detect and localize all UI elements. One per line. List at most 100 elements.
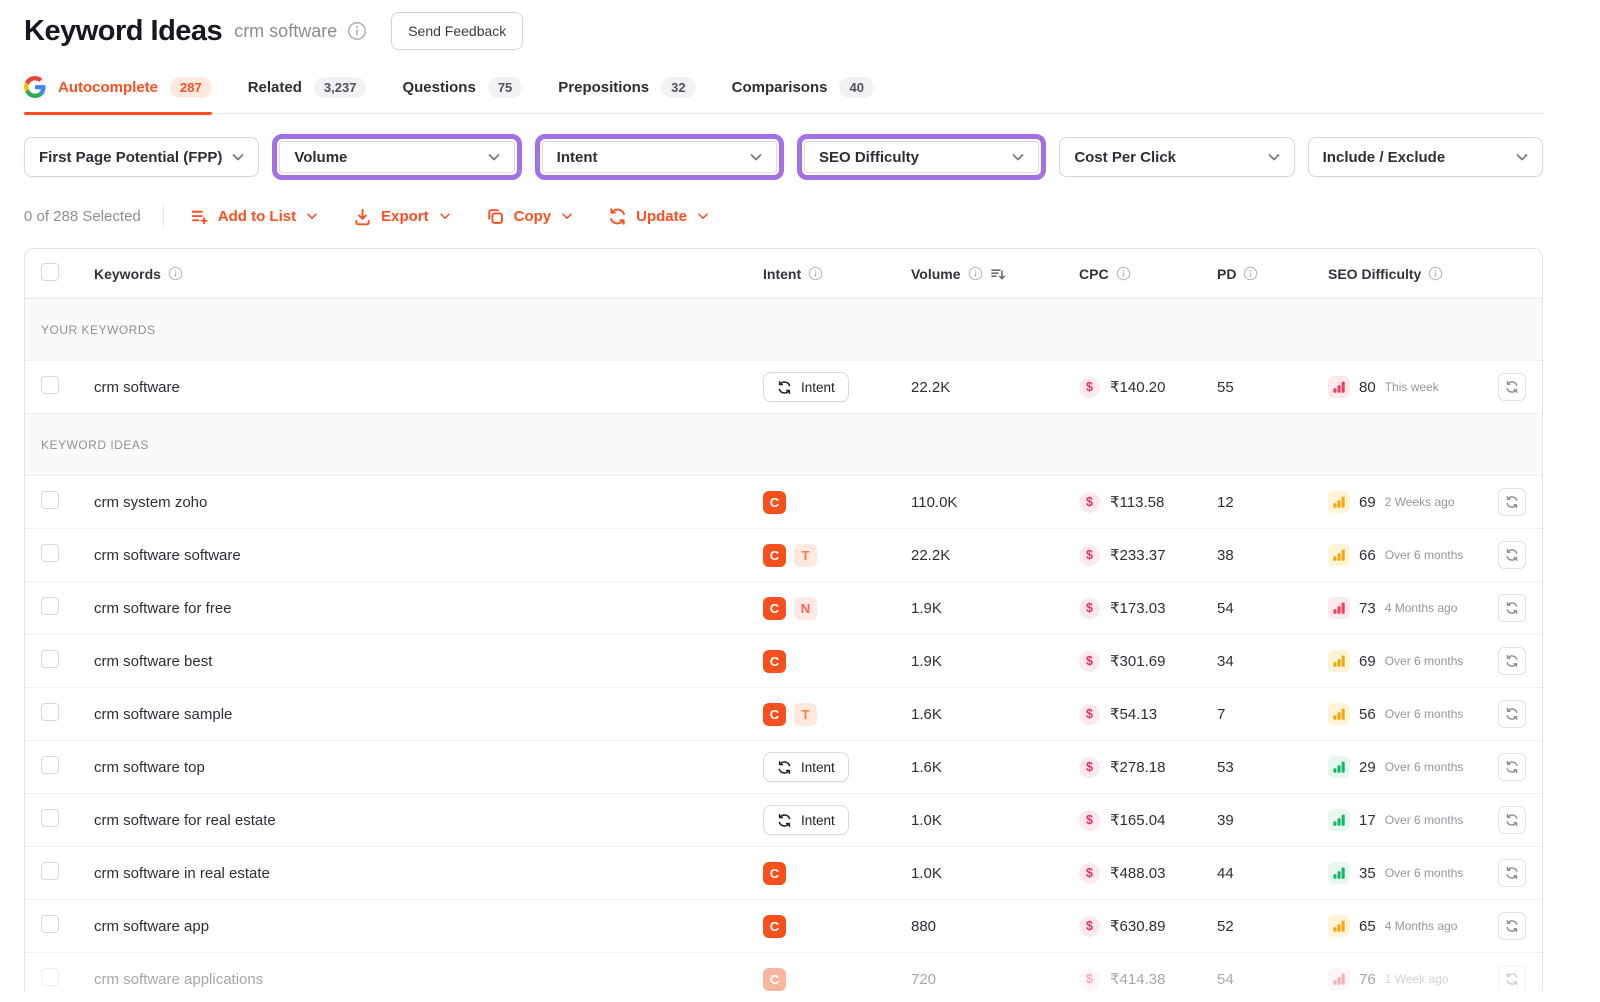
sd-cell: 29 Over 6 months: [1310, 756, 1482, 778]
keyword-cell: crm software in real estate: [81, 865, 745, 882]
intent-button[interactable]: Intent: [763, 805, 849, 835]
tab-questions[interactable]: Questions 75: [402, 64, 522, 113]
cpc-cell: $ ₹630.89: [1061, 916, 1199, 937]
refresh-row-button[interactable]: [1498, 806, 1526, 834]
filter-include-exclude[interactable]: Include / Exclude: [1308, 137, 1543, 177]
sd-bars-icon: [1328, 968, 1350, 990]
cpc-value: ₹233.37: [1110, 546, 1165, 564]
sd-updated: Over 6 months: [1385, 813, 1464, 827]
sd-cell: 56 Over 6 months: [1310, 703, 1482, 725]
row-checkbox[interactable]: [41, 703, 59, 721]
sd-value: 69: [1359, 494, 1376, 511]
refresh-row-button[interactable]: [1498, 753, 1526, 781]
col-seo-difficulty: SEO Difficulty: [1328, 266, 1421, 282]
cpc-value: ₹140.20: [1110, 378, 1165, 396]
row-checkbox[interactable]: [41, 915, 59, 933]
send-feedback-button[interactable]: Send Feedback: [391, 12, 523, 50]
dollar-icon: $: [1079, 377, 1100, 398]
copy-button[interactable]: Copy: [486, 207, 575, 226]
sd-bars-icon: [1328, 544, 1350, 566]
tab-comparisons[interactable]: Comparisons 40: [732, 64, 874, 113]
intent-button[interactable]: Intent: [763, 752, 849, 782]
info-icon[interactable]: [1116, 266, 1131, 281]
table-row: crm software app C 880 $ ₹630.89 52 65 4…: [25, 900, 1542, 953]
refresh-row-button[interactable]: [1498, 859, 1526, 887]
info-icon[interactable]: [168, 266, 183, 281]
tab-label: Comparisons: [732, 79, 828, 96]
cpc-value: ₹165.04: [1110, 811, 1165, 829]
sd-value: 69: [1359, 653, 1376, 670]
pd-cell: 53: [1199, 759, 1310, 776]
info-icon[interactable]: [1428, 266, 1443, 281]
row-checkbox[interactable]: [41, 862, 59, 880]
table-row: crm software in real estate C 1.0K $ ₹48…: [25, 847, 1542, 900]
refresh-row-button[interactable]: [1498, 965, 1526, 991]
sd-cell: 17 Over 6 months: [1310, 809, 1482, 831]
row-checkbox[interactable]: [41, 968, 59, 986]
row-checkbox[interactable]: [41, 376, 59, 394]
tab-count-badge: 287: [170, 77, 212, 98]
row-checkbox[interactable]: [41, 491, 59, 509]
chevron-down-icon: [1266, 149, 1282, 165]
filter-highlight-intent: Intent: [535, 134, 784, 180]
refresh-icon: [777, 380, 792, 395]
intent-button-label: Intent: [801, 380, 835, 395]
info-icon[interactable]: [808, 266, 823, 281]
filter-intent[interactable]: Intent: [542, 141, 777, 173]
dollar-icon: $: [1079, 863, 1100, 884]
refresh-row-button[interactable]: [1498, 912, 1526, 940]
filter-volume[interactable]: Volume: [279, 141, 514, 173]
filter-cost-per-click[interactable]: Cost Per Click: [1059, 137, 1294, 177]
info-icon[interactable]: [1243, 266, 1258, 281]
filter-seo-difficulty[interactable]: SEO Difficulty: [804, 141, 1039, 173]
col-keywords: Keywords: [94, 266, 161, 282]
cpc-value: ₹488.03: [1110, 864, 1165, 882]
cpc-value: ₹301.69: [1110, 652, 1165, 670]
intent-badge-commercial: C: [763, 650, 786, 673]
refresh-row-button[interactable]: [1498, 373, 1526, 401]
refresh-row-button[interactable]: [1498, 594, 1526, 622]
add-to-list-button[interactable]: Add to List: [190, 207, 319, 226]
pd-cell: 55: [1199, 379, 1310, 396]
intent-button[interactable]: Intent: [763, 372, 849, 402]
sd-updated: Over 6 months: [1385, 548, 1464, 562]
volume-cell: 110.0K: [893, 494, 1061, 511]
keyword-cell: crm software app: [81, 918, 745, 935]
cpc-value: ₹278.18: [1110, 758, 1165, 776]
tab-autocomplete[interactable]: Autocomplete 287: [24, 64, 212, 113]
refresh-row-button[interactable]: [1498, 647, 1526, 675]
row-checkbox[interactable]: [41, 597, 59, 615]
sd-updated: This week: [1385, 380, 1439, 394]
select-all-checkbox[interactable]: [41, 263, 59, 281]
update-button[interactable]: Update: [608, 207, 710, 226]
tab-related[interactable]: Related 3,237: [248, 64, 367, 113]
filter-label: First Page Potential (FPP): [39, 149, 222, 166]
intent-badge-commercial: C: [763, 703, 786, 726]
sd-bars-icon: [1328, 597, 1350, 619]
info-icon[interactable]: [968, 266, 983, 281]
sort-descending-icon[interactable]: [990, 266, 1006, 282]
tab-prepositions[interactable]: Prepositions 32: [558, 64, 695, 113]
refresh-row-button[interactable]: [1498, 488, 1526, 516]
dollar-icon: $: [1079, 651, 1100, 672]
refresh-row-button[interactable]: [1498, 541, 1526, 569]
table-row: crm software top Intent 1.6K $ ₹278.18 5…: [25, 741, 1542, 794]
chevron-down-icon: [560, 209, 574, 223]
update-icon: [608, 207, 627, 226]
row-checkbox[interactable]: [41, 650, 59, 668]
copy-icon: [486, 207, 505, 226]
tab-label: Questions: [402, 79, 475, 96]
export-icon: [353, 207, 372, 226]
table-row: crm system zoho C 110.0K $ ₹113.58 12 69…: [25, 476, 1542, 529]
table-row: crm software applications C 720 $ ₹414.3…: [25, 953, 1542, 991]
refresh-row-button[interactable]: [1498, 700, 1526, 728]
info-icon[interactable]: [347, 21, 367, 41]
row-checkbox[interactable]: [41, 756, 59, 774]
sd-bars-icon: [1328, 703, 1350, 725]
row-checkbox[interactable]: [41, 809, 59, 827]
row-checkbox[interactable]: [41, 544, 59, 562]
cpc-cell: $ ₹301.69: [1061, 651, 1199, 672]
chevron-down-icon: [748, 149, 764, 165]
export-button[interactable]: Export: [353, 207, 452, 226]
filter-first-page-potential[interactable]: First Page Potential (FPP): [24, 137, 259, 177]
